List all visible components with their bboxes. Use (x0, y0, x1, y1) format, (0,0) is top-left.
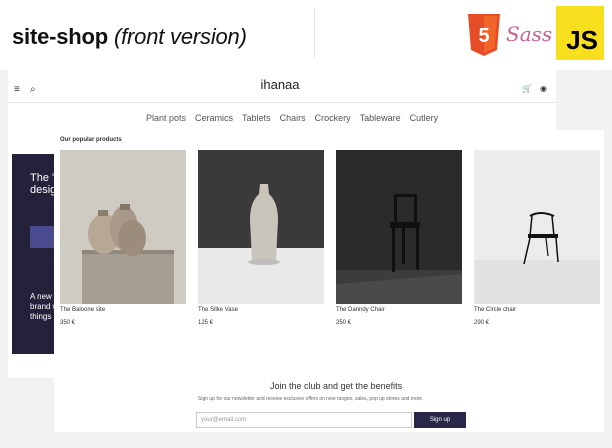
email-field[interactable]: your@email.com (196, 412, 412, 428)
nav-item-plant-pots[interactable]: Plant pots (146, 113, 186, 123)
js-icon: JS (556, 6, 604, 60)
nav-item-chairs[interactable]: Chairs (280, 113, 306, 123)
product-price: 290 € (474, 320, 490, 326)
hero-button[interactable] (30, 226, 54, 248)
product-name[interactable]: The Circle chair (474, 307, 516, 313)
product-price: 350 € (60, 320, 76, 326)
html5-icon: 5 (468, 14, 500, 56)
club-title: Join the club and get the benefits (270, 381, 403, 391)
product-name[interactable]: The Baloone site (60, 307, 105, 313)
nav-item-ceramics[interactable]: Ceramics (195, 113, 233, 123)
menu-icon[interactable]: ≡ (14, 84, 20, 95)
signup-button[interactable]: Sign up (414, 412, 466, 428)
js-label: JS (566, 25, 598, 55)
cart-icon[interactable]: 🛒 (522, 84, 532, 93)
product-price: 250 € (336, 320, 352, 326)
product-image (198, 150, 324, 304)
account-icon[interactable]: ◉ (540, 84, 547, 93)
product-card[interactable]: The Silke Vase 125 € (198, 150, 324, 326)
product-price: 125 € (198, 320, 214, 326)
logo[interactable]: ihanaa (250, 77, 310, 92)
nav-item-crockery[interactable]: Crockery (315, 113, 351, 123)
page-title-main: site-shop (12, 24, 108, 49)
nav-item-cutlery[interactable]: Cutlery (410, 113, 439, 123)
product-card[interactable]: The Danndy Chair 250 € (336, 150, 462, 326)
nav-item-tableware[interactable]: Tableware (360, 113, 401, 123)
product-image (474, 150, 600, 304)
html5-label: 5 (478, 25, 489, 47)
product-image (336, 150, 462, 304)
product-name[interactable]: The Silke Vase (198, 307, 238, 313)
product-card[interactable]: The Baloone site 350 € (60, 150, 186, 326)
club-subtitle: Sign up for our newsletter and receive e… (198, 396, 423, 402)
nav-item-tablets[interactable]: Tablets (242, 113, 271, 123)
search-icon[interactable]: ⌕ (30, 84, 36, 95)
sass-icon: Sass (506, 22, 553, 46)
section-title: Our popular products (60, 137, 122, 143)
product-name[interactable]: The Danndy Chair (336, 307, 385, 313)
page-title: site-shop (front version) (12, 24, 247, 50)
category-nav: Plant pots Ceramics Tablets Chairs Crock… (146, 113, 438, 123)
divider (314, 8, 315, 58)
product-image (60, 150, 186, 304)
product-card[interactable]: The Circle chair 290 € (474, 150, 600, 326)
page-subtitle: (front version) (114, 24, 247, 49)
